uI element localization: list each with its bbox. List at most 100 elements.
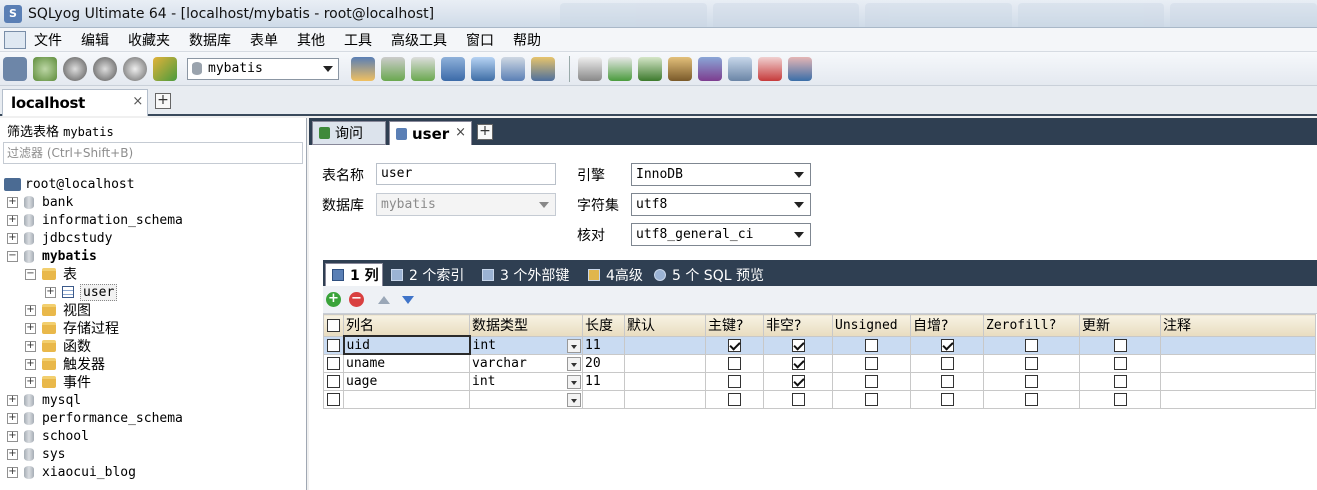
cell-length[interactable]: 20 xyxy=(582,353,625,373)
cell-zerofill-checkbox[interactable] xyxy=(983,353,1080,373)
new-connection-icon[interactable] xyxy=(3,56,27,81)
cell-column-name[interactable]: uage xyxy=(343,371,470,391)
table-row[interactable]: uid int 11 xyxy=(323,335,1316,355)
window-menu-icon[interactable] xyxy=(4,30,26,49)
tree-root[interactable]: root@localhost xyxy=(4,175,135,193)
tree-folder-functions[interactable]: + 函数 xyxy=(25,337,91,355)
tree-folder-views[interactable]: + 视图 xyxy=(25,301,91,319)
tree-folder-procedures[interactable]: + 存储过程 xyxy=(25,319,119,337)
header-not-null[interactable]: 非空? xyxy=(763,314,833,337)
header-comment[interactable]: 注释 xyxy=(1160,314,1316,337)
cell-data-type[interactable]: int xyxy=(469,371,583,391)
cell-comment[interactable] xyxy=(1160,389,1316,409)
cell-auto-increment-checkbox[interactable] xyxy=(910,389,984,409)
schema-designer-icon[interactable] xyxy=(471,56,495,81)
expand-icon[interactable]: + xyxy=(25,322,36,334)
cell-unsigned-checkbox[interactable] xyxy=(832,353,911,373)
cell-zerofill-checkbox[interactable] xyxy=(983,389,1080,409)
create-database-icon[interactable] xyxy=(381,56,405,81)
create-table-icon[interactable] xyxy=(411,56,435,81)
export-icon[interactable] xyxy=(608,56,632,81)
cell-primary-key-checkbox[interactable] xyxy=(705,371,764,391)
connection-tab-localhost[interactable]: localhost × xyxy=(2,89,148,116)
query-builder-icon[interactable] xyxy=(501,56,525,81)
expand-icon[interactable]: + xyxy=(7,232,18,244)
close-icon[interactable]: × xyxy=(455,125,466,140)
cell-primary-key-checkbox[interactable] xyxy=(705,353,764,373)
cell-auto-increment-checkbox[interactable] xyxy=(910,371,984,391)
cell-default[interactable] xyxy=(624,353,706,373)
expand-icon[interactable]: + xyxy=(7,196,18,208)
tab-query[interactable]: 询问 xyxy=(312,121,386,145)
new-query-icon[interactable] xyxy=(33,56,57,81)
notifications-icon[interactable] xyxy=(728,56,752,81)
tree-db-performance-schema[interactable]: + performance_schema xyxy=(7,409,183,427)
menu-window[interactable]: 窗口 xyxy=(466,30,494,50)
header-column-name[interactable]: 列名 xyxy=(343,314,470,337)
expand-icon[interactable]: + xyxy=(7,466,18,478)
cell-auto-increment-checkbox[interactable] xyxy=(910,335,984,355)
cell-on-update-checkbox[interactable] xyxy=(1079,389,1161,409)
execute-query-icon[interactable] xyxy=(63,56,87,81)
tree-db-sys[interactable]: + sys xyxy=(7,445,65,463)
tab-foreign-keys[interactable]: 3 个外部键 xyxy=(476,263,580,286)
cell-on-update-checkbox[interactable] xyxy=(1079,335,1161,355)
tab-columns[interactable]: 1 列 xyxy=(325,263,383,286)
tree-db-xiaocui-blog[interactable]: + xiaocui_blog xyxy=(7,463,136,481)
menu-edit[interactable]: 编辑 xyxy=(81,30,109,50)
move-up-icon[interactable] xyxy=(378,295,390,304)
table-row[interactable]: uname varchar 20 xyxy=(323,353,1316,373)
schema-sync-icon[interactable] xyxy=(698,56,722,81)
table-row[interactable]: uage int 11 xyxy=(323,371,1316,391)
tree-db-jdbcstudy[interactable]: + jdbcstudy xyxy=(7,229,112,247)
cell-column-name[interactable]: uname xyxy=(343,353,470,373)
select-all-checkbox[interactable] xyxy=(323,314,344,337)
filter-input[interactable]: 过滤器 (Ctrl+Shift+B) xyxy=(3,142,303,164)
expand-icon[interactable]: + xyxy=(7,412,18,424)
database-select[interactable]: mybatis xyxy=(187,57,339,80)
expand-icon[interactable]: + xyxy=(7,430,18,442)
cell-unsigned-checkbox[interactable] xyxy=(832,335,911,355)
migrate-icon[interactable] xyxy=(668,56,692,81)
tab-sql-preview[interactable]: 5 个 SQL 预览 xyxy=(648,263,778,286)
row-select-checkbox[interactable] xyxy=(323,335,344,355)
tab-advanced[interactable]: 4高级 xyxy=(582,263,646,286)
tree-folder-tables[interactable]: − 表 xyxy=(25,265,77,283)
table-row[interactable] xyxy=(323,389,1316,409)
header-auto-increment[interactable]: 自增? xyxy=(910,314,984,337)
backup-icon[interactable] xyxy=(441,56,465,81)
move-down-icon[interactable] xyxy=(402,295,414,304)
user-manager-icon[interactable] xyxy=(351,56,375,81)
header-unsigned[interactable]: Unsigned xyxy=(832,314,911,337)
row-select-checkbox[interactable] xyxy=(323,371,344,391)
collapse-icon[interactable]: − xyxy=(7,250,18,262)
header-primary-key[interactable]: 主键? xyxy=(705,314,764,337)
expand-icon[interactable]: + xyxy=(7,214,18,226)
cell-not-null-checkbox[interactable] xyxy=(763,335,833,355)
cell-length[interactable] xyxy=(582,389,625,409)
cell-default[interactable] xyxy=(624,335,706,355)
expand-icon[interactable]: + xyxy=(7,448,18,460)
tree-db-school[interactable]: + school xyxy=(7,427,89,445)
cell-data-type[interactable]: int xyxy=(469,335,583,355)
cell-auto-increment-checkbox[interactable] xyxy=(910,353,984,373)
table-diagnostics-icon[interactable] xyxy=(531,56,555,81)
cell-length[interactable]: 11 xyxy=(582,371,625,391)
refresh-icon[interactable] xyxy=(153,56,177,81)
cell-unsigned-checkbox[interactable] xyxy=(832,389,911,409)
cell-column-name[interactable]: uid xyxy=(342,335,471,355)
cell-default[interactable] xyxy=(624,389,706,409)
collation-select[interactable]: utf8_general_ci xyxy=(631,223,811,246)
execute-all-icon[interactable] xyxy=(93,56,117,81)
expand-icon[interactable]: + xyxy=(25,376,36,388)
cell-primary-key-checkbox[interactable] xyxy=(705,335,764,355)
expand-icon[interactable]: + xyxy=(25,304,36,316)
cell-on-update-checkbox[interactable] xyxy=(1079,353,1161,373)
menu-tools[interactable]: 工具 xyxy=(344,30,372,50)
cell-length[interactable]: 11 xyxy=(582,335,625,355)
cell-comment[interactable] xyxy=(1160,371,1316,391)
table-name-input[interactable]: user xyxy=(376,163,556,185)
menu-table[interactable]: 表单 xyxy=(250,30,278,50)
tree-db-mybatis[interactable]: − mybatis xyxy=(7,247,97,265)
menu-favorites[interactable]: 收藏夹 xyxy=(128,30,170,50)
